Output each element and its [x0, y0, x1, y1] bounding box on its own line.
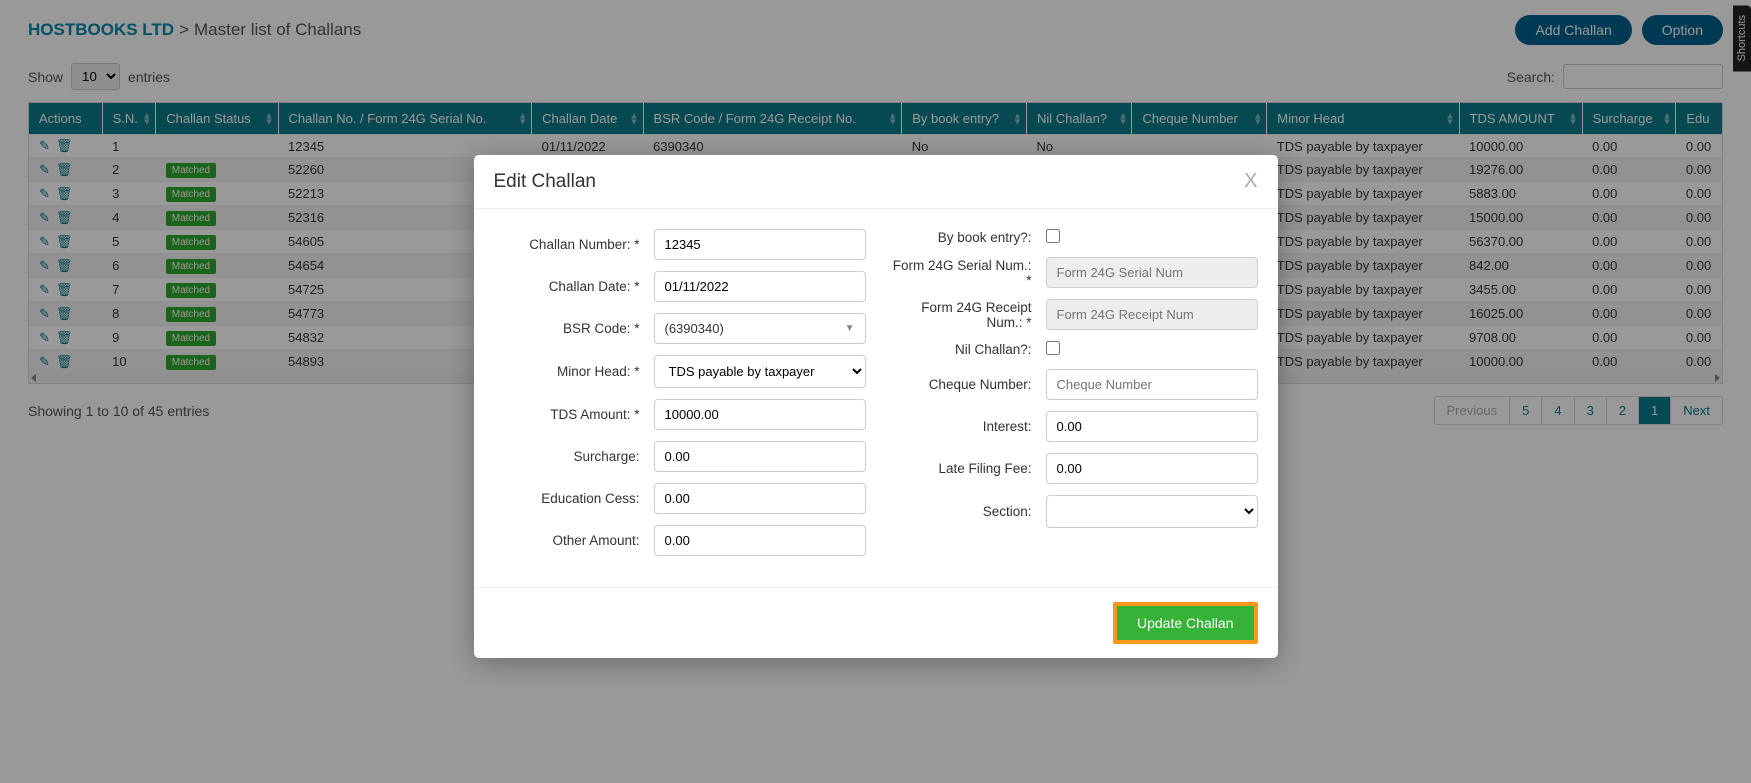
edit-challan-modal: Edit Challan X Challan Number: * Challan…	[474, 155, 1278, 658]
label-education-cess: Education Cess:	[494, 491, 654, 506]
label-interest: Interest:	[886, 419, 1046, 434]
modal-title: Edit Challan	[494, 171, 596, 193]
by-book-entry-checkbox[interactable]	[1046, 229, 1060, 243]
label-section: Section:	[886, 504, 1046, 519]
other-amount-input[interactable]	[654, 525, 866, 556]
label-by-book-entry: By book entry?:	[886, 230, 1046, 245]
label-nil-challan: Nil Challan?:	[886, 342, 1046, 357]
nil-challan-checkbox[interactable]	[1046, 341, 1060, 355]
label-bsr-code: BSR Code: *	[494, 321, 654, 336]
label-surcharge: Surcharge:	[494, 449, 654, 464]
interest-input[interactable]	[1046, 411, 1258, 442]
surcharge-input[interactable]	[654, 441, 866, 472]
bsr-code-select[interactable]: (6390340)▼	[654, 313, 866, 344]
label-form-24g-receipt: Form 24G Receipt Num.: *	[886, 300, 1046, 330]
chevron-down-icon: ▼	[845, 323, 855, 334]
minor-head-select[interactable]: TDS payable by taxpayer	[654, 355, 866, 388]
modal-overlay: Edit Challan X Challan Number: * Challan…	[0, 0, 1751, 783]
label-challan-number: Challan Number: *	[494, 237, 654, 252]
cheque-number-input[interactable]	[1046, 369, 1258, 400]
label-other-amount: Other Amount:	[494, 533, 654, 548]
education-cess-input[interactable]	[654, 483, 866, 514]
form-24g-serial-input	[1046, 257, 1258, 288]
form-24g-receipt-input	[1046, 299, 1258, 330]
label-form-24g-serial: Form 24G Serial Num.: *	[886, 258, 1046, 288]
label-challan-date: Challan Date: *	[494, 279, 654, 294]
close-icon[interactable]: X	[1244, 170, 1257, 193]
challan-date-input[interactable]	[654, 271, 866, 302]
late-filing-fee-input[interactable]	[1046, 453, 1258, 484]
label-cheque-number: Cheque Number:	[886, 377, 1046, 392]
challan-number-input[interactable]	[654, 229, 866, 260]
label-late-filing-fee: Late Filing Fee:	[886, 461, 1046, 476]
update-challan-button[interactable]: Update Challan	[1113, 602, 1258, 644]
label-minor-head: Minor Head: *	[494, 364, 654, 379]
section-select[interactable]	[1046, 495, 1258, 528]
label-tds-amount: TDS Amount: *	[494, 407, 654, 422]
tds-amount-input[interactable]	[654, 399, 866, 430]
